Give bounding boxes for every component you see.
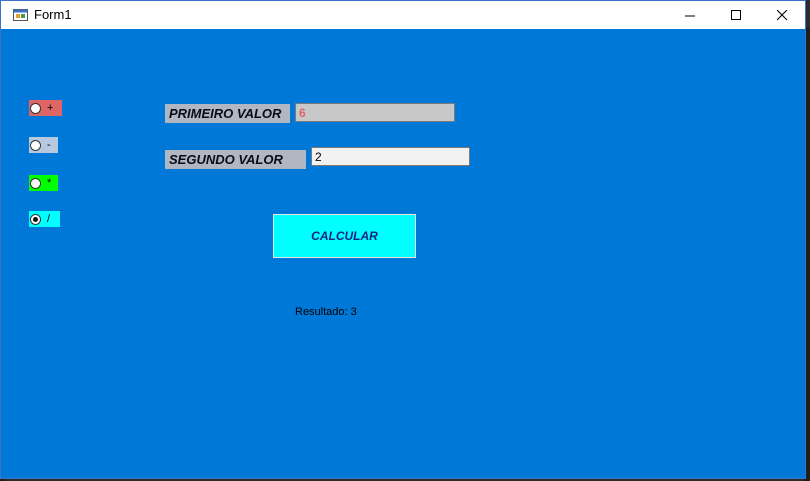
maximize-button[interactable] — [713, 1, 759, 29]
minimize-button[interactable] — [667, 1, 713, 29]
segundo-valor-input[interactable]: 2 — [311, 147, 470, 166]
radio-multiply-label: * — [47, 177, 52, 189]
segundo-valor-label: SEGUNDO VALOR — [165, 150, 306, 169]
radio-add[interactable]: + — [29, 100, 62, 116]
radio-subtract-label: - — [47, 139, 51, 151]
radio-add-label: + — [47, 102, 54, 114]
minimize-icon — [684, 15, 695, 16]
title-bar[interactable]: Form1 — [1, 1, 805, 29]
maximize-icon — [730, 9, 741, 20]
radio-multiply[interactable]: * — [29, 175, 58, 191]
radio-dot — [30, 102, 41, 114]
resultado-label: Resultado: 3 — [295, 306, 357, 318]
radio-divide[interactable]: / — [29, 211, 60, 227]
window-title: Form1 — [34, 7, 72, 22]
radio-divide-label: / — [47, 213, 51, 225]
radio-dot — [30, 213, 41, 225]
radio-dot — [30, 177, 41, 189]
primeiro-valor-input[interactable]: 6 — [295, 103, 455, 122]
form-client-area: + - * / PRIMEIRO VALOR 6 SEGUNDO VALOR 2… — [5, 29, 805, 478]
calcular-button[interactable]: CALCULAR — [273, 214, 416, 258]
close-button[interactable] — [759, 1, 805, 29]
close-icon — [776, 9, 787, 20]
form-app-icon — [13, 9, 28, 21]
radio-subtract[interactable]: - — [29, 137, 58, 153]
primeiro-valor-label: PRIMEIRO VALOR — [165, 104, 290, 123]
form-window: Form1 + - * / PRIMEIRO VALOR 6 SEGUNDO V… — [0, 0, 806, 479]
radio-dot — [30, 139, 41, 151]
